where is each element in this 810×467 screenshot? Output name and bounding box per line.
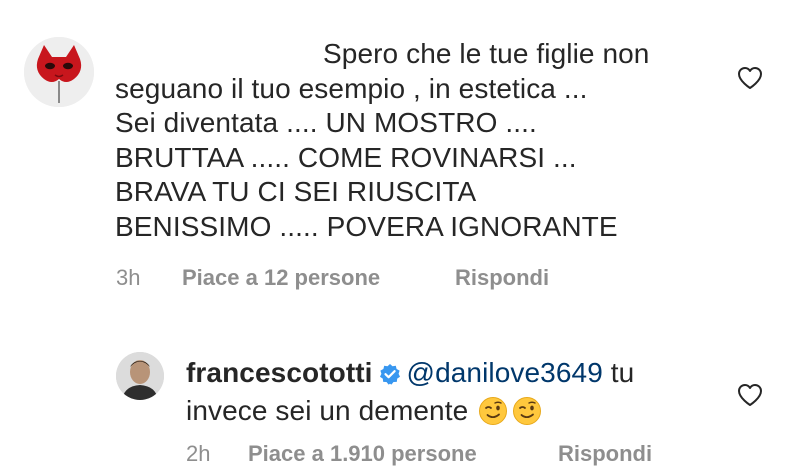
like-heart-icon[interactable] [737,383,763,412]
comment-text-fragment: invece sei un demente [186,394,469,426]
profile-photo [116,352,164,400]
red-cat-mask-icon [24,37,94,107]
likes-count-link[interactable]: Piace a 12 persone [182,265,455,291]
comment-line: Spero che le tue figlie non [323,38,650,69]
commenter-avatar[interactable] [24,37,94,107]
comment-line: francescototti @danilove3649 tu [186,356,634,394]
comment-text: Spero che le tue figlie non seguano il tu… [115,37,649,244]
winking-face-emoji [512,396,542,435]
verified-badge-icon [379,359,401,394]
comment-timestamp[interactable]: 2h [186,441,248,467]
mention-link[interactable]: @danilove3649 [407,357,603,388]
comment-text: francescototti @danilove3649 tu invece sei… [186,356,634,434]
comment-line: Sei diventata .... UN MOSTRO .... [115,107,537,138]
comment-line: BRUTTAA ..... COME ROVINARSI ... [115,141,577,173]
reply-button[interactable]: Rispondi [558,441,652,467]
likes-count-link[interactable]: Piace a 1.910 persone [248,441,558,467]
comment-line: BENISSIMO ..... POVERA IGNORANTE [115,210,618,242]
winking-face-emoji [478,396,508,435]
comment-line: BRAVA TU CI SEI RIUSCITA [115,176,477,207]
commenter-avatar[interactable] [116,352,164,400]
username-link[interactable]: francescototti [186,357,373,388]
reply-button[interactable]: Rispondi [455,265,549,291]
comment-meta: 3h Piace a 12 persone Rispondi [116,265,549,291]
comment-meta: 2h Piace a 1.910 persone Rispondi [186,441,652,467]
like-heart-icon[interactable] [737,66,763,95]
comment-line: seguano il tuo esempio , in estetica ... [115,72,588,104]
comment-text-fragment: tu [602,357,635,388]
comment-line: invece sei un demente [186,394,634,435]
comment-timestamp[interactable]: 3h [116,265,182,291]
